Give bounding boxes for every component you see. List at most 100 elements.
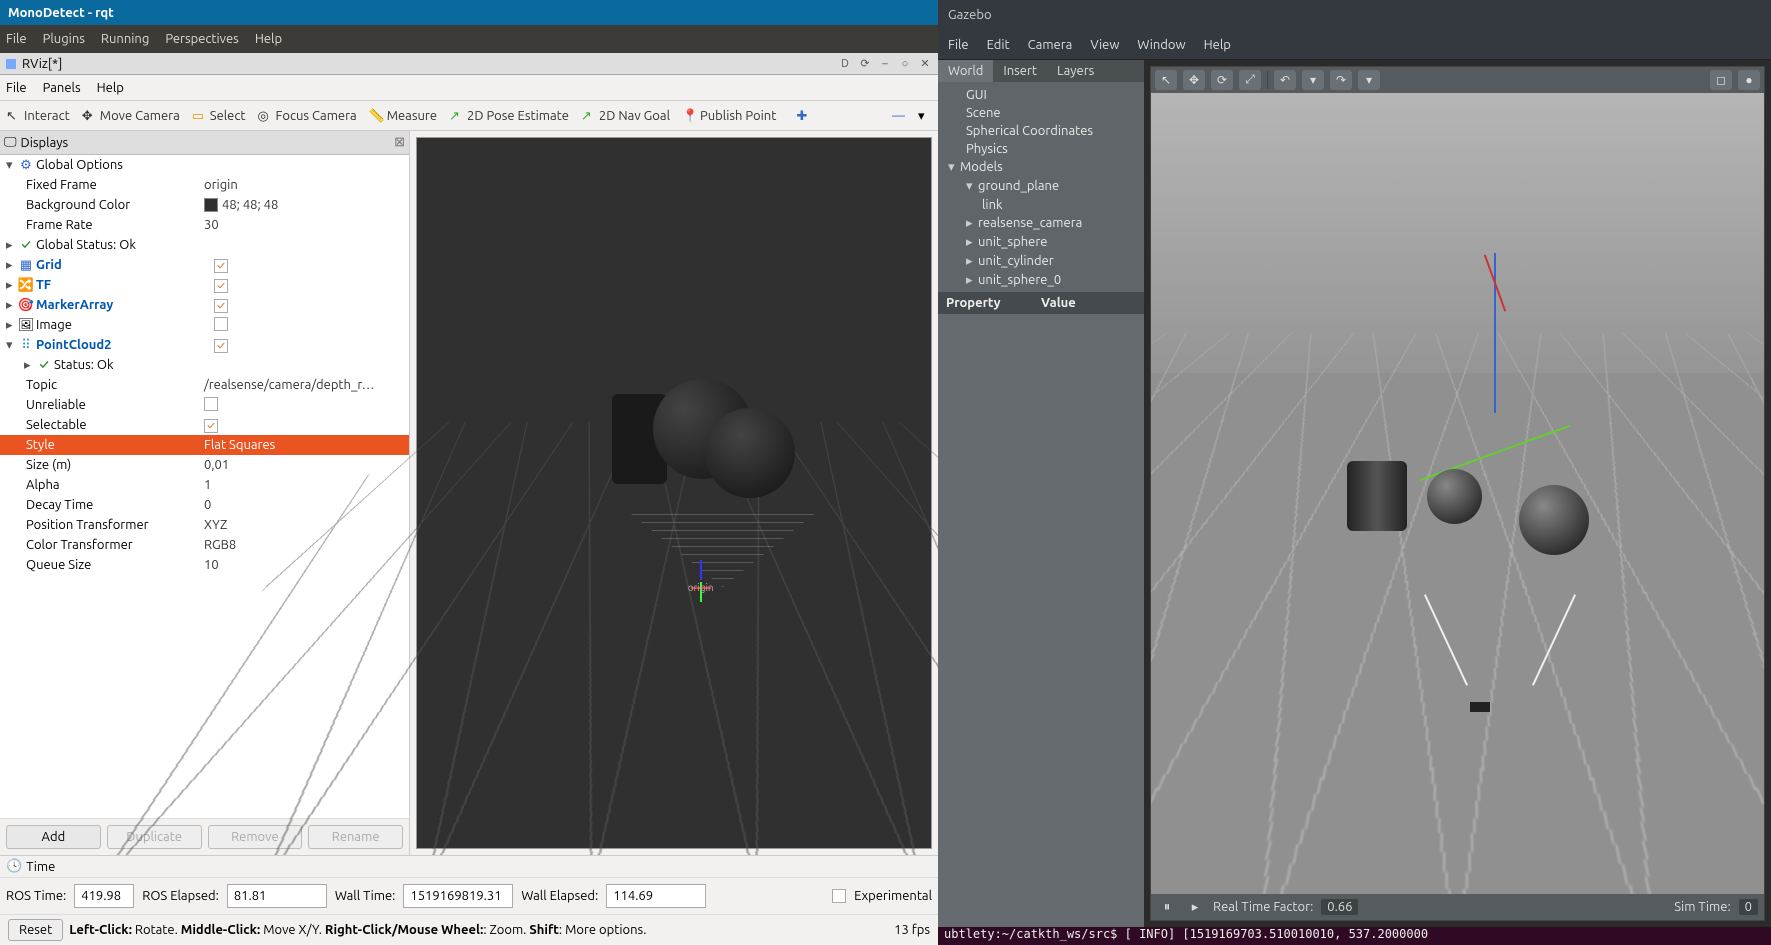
ros-time-field[interactable] — [74, 884, 134, 908]
rotate-icon[interactable]: ⟳ — [1211, 70, 1233, 90]
tree-global-options[interactable]: ▾⚙Global Options — [0, 155, 409, 175]
tree-fixed-frame[interactable]: Fixed Frameorigin — [0, 175, 409, 195]
checkbox[interactable]: ✓ — [204, 419, 218, 433]
tree-image[interactable]: ▸🖼Image — [0, 315, 409, 335]
tool-interact[interactable]: ↖Interact — [6, 109, 70, 123]
undo-icon[interactable]: ↶ — [1274, 70, 1296, 90]
tree-unit-sphere[interactable]: ▸unit_sphere — [938, 233, 1144, 252]
tree-link[interactable]: link — [938, 196, 1144, 214]
tree-global-status[interactable]: ▸✓Global Status: Ok — [0, 235, 409, 255]
minimize-icon[interactable]: – — [878, 57, 892, 71]
sim-time-label: Sim Time: — [1674, 900, 1730, 914]
step-icon[interactable]: ▸ — [1185, 898, 1205, 916]
wall-elapsed-field[interactable] — [606, 884, 706, 908]
ros-elapsed-field[interactable] — [227, 884, 327, 908]
redo-dropdown-icon[interactable]: ▾ — [1358, 70, 1380, 90]
rqt-menu-plugins[interactable]: Plugins — [43, 32, 85, 46]
tree-unit-sphere-0[interactable]: ▸unit_sphere_0 — [938, 271, 1144, 290]
tree-tf[interactable]: ▸🔀TF✓ — [0, 275, 409, 295]
checkbox[interactable]: ✓ — [214, 339, 228, 353]
tree-realsense[interactable]: ▸realsense_camera — [938, 214, 1144, 233]
status-bar: Reset Left-Click: Rotate. Middle-Click: … — [0, 914, 938, 945]
checkbox[interactable] — [204, 397, 218, 411]
experimental-checkbox[interactable] — [832, 889, 846, 903]
checkbox[interactable]: ✓ — [214, 299, 228, 313]
rqt-menu-file[interactable]: File — [6, 32, 27, 46]
tree-marker-array[interactable]: ▸🎯MarkerArray✓ — [0, 295, 409, 315]
rviz-3d-viewport[interactable]: origin — [416, 137, 932, 849]
rqt-menu-perspectives[interactable]: Perspectives — [165, 32, 238, 46]
tree-ground-plane[interactable]: ▾ground_plane — [938, 177, 1144, 196]
tree-gui[interactable]: GUI — [938, 86, 1144, 104]
tree-unreliable[interactable]: Unreliable — [0, 395, 409, 415]
tool-measure[interactable]: 📏Measure — [369, 109, 437, 123]
sphere-icon[interactable]: ● — [1738, 70, 1760, 90]
tab-world[interactable]: World — [938, 60, 993, 82]
camera-model[interactable] — [1470, 702, 1490, 712]
gz-menu-edit[interactable]: Edit — [987, 38, 1010, 52]
rqt-menu-help[interactable]: Help — [255, 32, 282, 46]
model-sphere-1[interactable] — [1427, 469, 1482, 524]
tool-2d-pose-estimate[interactable]: ↗2D Pose Estimate — [449, 109, 569, 123]
checkbox[interactable] — [214, 317, 228, 331]
tree-style[interactable]: StyleFlat Squares — [0, 435, 409, 455]
rqt-menu-running[interactable]: Running — [101, 32, 149, 46]
tree-bg-color[interactable]: Background Color48; 48; 48 — [0, 195, 409, 215]
gz-menu-camera[interactable]: Camera — [1028, 38, 1073, 52]
detach-icon[interactable]: D — [838, 57, 852, 71]
tree-unit-cylinder[interactable]: ▸unit_cylinder — [938, 252, 1144, 271]
tool-publish-point[interactable]: 📍Publish Point — [682, 109, 776, 123]
cursor-icon[interactable]: ↖ — [1155, 70, 1177, 90]
minus-icon[interactable]: — — [892, 109, 906, 123]
panel-close-icon[interactable]: ⊠ — [394, 135, 405, 150]
tree-grid[interactable]: ▸▦Grid✓ — [0, 255, 409, 275]
tree-selectable[interactable]: Selectable✓ — [0, 415, 409, 435]
tf-icon: 🔀 — [18, 278, 34, 292]
redo-icon[interactable]: ↷ — [1330, 70, 1352, 90]
tree-alpha[interactable]: Alpha1 — [0, 475, 409, 495]
gz-menu-file[interactable]: File — [948, 38, 969, 52]
reset-button[interactable]: Reset — [8, 919, 63, 941]
tab-layers[interactable]: Layers — [1047, 60, 1104, 82]
tree-models[interactable]: ▾Models — [938, 158, 1144, 177]
rviz-title-text: RViz[*] — [22, 57, 62, 71]
tool-focus-camera[interactable]: ◎Focus Camera — [258, 109, 357, 123]
gazebo-3d-viewport[interactable] — [1151, 93, 1764, 894]
tree-physics[interactable]: Physics — [938, 140, 1144, 158]
box-icon[interactable]: ◻ — [1710, 70, 1732, 90]
tree-status-ok[interactable]: ▸✓Status: Ok — [0, 355, 409, 375]
gz-menu-help[interactable]: Help — [1204, 38, 1231, 52]
plus-icon[interactable]: ✚ — [796, 109, 810, 123]
tree-spherical[interactable]: Spherical Coordinates — [938, 122, 1144, 140]
tree-size[interactable]: Size (m)0,01 — [0, 455, 409, 475]
reload-icon[interactable]: ⟳ — [858, 57, 872, 71]
pause-icon[interactable]: ⏸ — [1157, 898, 1177, 916]
chevron-down-icon[interactable]: ▾ — [918, 109, 932, 123]
settings-icon[interactable]: ○ — [898, 57, 912, 71]
close-icon[interactable]: ✕ — [918, 57, 932, 71]
model-sphere-2[interactable] — [1519, 485, 1589, 555]
wall-time-field[interactable] — [403, 884, 513, 908]
model-cylinder[interactable] — [1347, 461, 1407, 531]
rviz-menu-file[interactable]: File — [6, 81, 27, 95]
tool-select[interactable]: ▭Select — [192, 109, 246, 123]
rviz-menu-panels[interactable]: Panels — [43, 81, 81, 95]
tree-pointcloud2[interactable]: ▾⠿PointCloud2✓ — [0, 335, 409, 355]
scale-icon[interactable]: ⤢ — [1239, 70, 1261, 90]
z-axis — [700, 560, 702, 580]
gazebo-tree[interactable]: GUI Scene Spherical Coordinates Physics … — [938, 82, 1144, 292]
hint-shift: Shift — [529, 923, 559, 937]
tool-move-camera[interactable]: ✥Move Camera — [82, 109, 180, 123]
gz-menu-view[interactable]: View — [1090, 38, 1119, 52]
tree-topic[interactable]: Topic/realsense/camera/depth_r… — [0, 375, 409, 395]
tree-frame-rate[interactable]: Frame Rate30 — [0, 215, 409, 235]
checkbox[interactable]: ✓ — [214, 259, 228, 273]
checkbox[interactable]: ✓ — [214, 279, 228, 293]
translate-icon[interactable]: ✥ — [1183, 70, 1205, 90]
undo-dropdown-icon[interactable]: ▾ — [1302, 70, 1324, 90]
tab-insert[interactable]: Insert — [993, 60, 1047, 82]
rviz-menu-help[interactable]: Help — [97, 81, 124, 95]
tree-scene[interactable]: Scene — [938, 104, 1144, 122]
gz-menu-window[interactable]: Window — [1137, 38, 1185, 52]
tool-2d-nav-goal[interactable]: ↗2D Nav Goal — [581, 109, 670, 123]
